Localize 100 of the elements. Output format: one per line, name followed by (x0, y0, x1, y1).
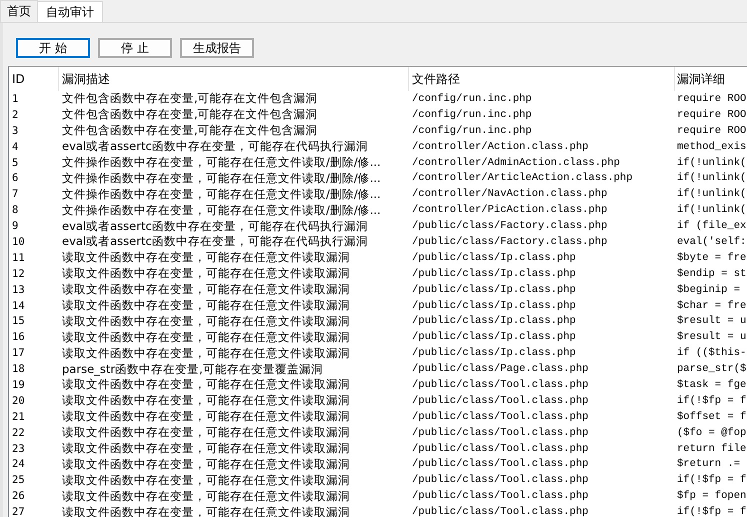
table-cell-text: 11 (11, 252, 26, 264)
table-cell-text: require ROO (676, 108, 746, 121)
table-cell-text: 21 (11, 410, 26, 423)
table-cell-text: 读取文件函数中存在变量，可能存在任意文件读取漏洞 (61, 488, 351, 504)
table-cell-text: if(!unlink( (676, 204, 746, 216)
table-cell-text: 18 (11, 363, 26, 376)
table-cell-text: 20 (11, 394, 26, 407)
table-cell-text: eval或者assertc函数中存在变量，可能存在代码执行漏洞 (61, 218, 369, 234)
table-cell-text: parse_str($ (676, 363, 746, 376)
table-cell-text: /controller/NavAction.class.php (411, 188, 608, 200)
table-cell-text: /public/class/Tool.class.php (411, 394, 590, 407)
table-cell-text: /public/class/Tool.class.php (411, 506, 590, 517)
table-cell-text: 22 (11, 426, 26, 439)
table-cell-text: 读取文件函数中存在变量，可能存在任意文件读取漏洞 (61, 314, 351, 329)
column-header[interactable]: 漏洞描述 (59, 67, 409, 91)
table-cell-text: /controller/ArticleAction.class.php (411, 172, 634, 184)
toolbar-button[interactable]: 停 止 (98, 38, 172, 58)
column-header[interactable]: 漏洞详细 (675, 67, 746, 91)
table-cell-text: $result = u (676, 331, 746, 344)
table-cell-text: $beginip = (676, 284, 742, 296)
table-cell-text: /public/class/Tool.class.php (411, 442, 590, 455)
table-cell-text: /public/class/Ip.class.php (411, 284, 577, 296)
column-header[interactable]: 文件路径 (409, 67, 675, 91)
table-cell-text: 12 (11, 268, 26, 280)
table-cell-text: 5 (11, 156, 20, 168)
table-cell-text: /public/class/Tool.class.php (411, 474, 590, 486)
table-cell-text: 读取文件函数中存在变量，可能存在任意文件读取漏洞 (61, 472, 351, 488)
table-cell-text: 1 (11, 92, 20, 105)
table-cell-text: 读取文件函数中存在变量，可能存在任意文件读取漏洞 (61, 282, 351, 298)
table-cell-text: 2 (11, 108, 20, 121)
table-cell-text: /controller/Action.class.php (411, 140, 590, 153)
table-cell-text: 读取文件函数中存在变量，可能存在任意文件读取漏洞 (61, 456, 351, 472)
table-cell-text: 8 (11, 204, 20, 216)
table-cell-text: /public/class/Tool.class.php (411, 426, 590, 439)
table-cell-text: if(!unlink( (676, 156, 746, 168)
table-cell-text: /controller/PicAction.class.php (411, 204, 608, 216)
table-cell-text: /public/class/Ip.class.php (411, 300, 577, 312)
table-cell-text: if(!$fp = f (676, 506, 746, 517)
table-cell-text: require ROO (676, 92, 746, 105)
table-cell-text: 14 (11, 300, 26, 312)
table-cell-text: 读取文件函数中存在变量，可能存在任意文件读取漏洞 (61, 504, 351, 517)
table-cell-text: /public/class/Tool.class.php (411, 378, 590, 391)
table-cell-text: 6 (11, 172, 20, 184)
table-cell-text: 23 (11, 442, 26, 455)
table-cell-text: 文件包含函数中存在变量,可能存在文件包含漏洞 (61, 91, 319, 106)
table-cell-text: /config/run.inc.php (411, 124, 533, 137)
table-cell-text: eval或者assertc函数中存在变量，可能存在代码执行漏洞 (61, 139, 369, 154)
toolbar-button[interactable]: 生成报告 (180, 38, 254, 58)
table-cell-text: ($fo = @fop (676, 426, 746, 439)
table-cell-text: $result = u (676, 315, 746, 328)
table-cell-text: 读取文件函数中存在变量，可能存在任意文件读取漏洞 (61, 441, 351, 456)
tab[interactable]: 首页 (0, 0, 38, 22)
table-cell-text: 4 (11, 140, 20, 153)
table-cell-text: if (file_ex (676, 220, 746, 232)
table-cell-text: /public/class/Tool.class.php (411, 410, 590, 423)
table-cell-text: 读取文件函数中存在变量，可能存在任意文件读取漏洞 (61, 377, 351, 392)
table-cell-text: 文件包含函数中存在变量,可能存在文件包含漏洞 (61, 123, 319, 138)
table-cell-text: /public/class/Factory.class.php (411, 236, 608, 248)
table-cell-text: if(!$fp = f (676, 474, 746, 486)
table-cell-text: 文件操作函数中存在变量，可能存在任意文件读取/删除/修... (61, 155, 382, 170)
table-cell-text: if (($this- (676, 347, 746, 360)
table-cell-text: /public/class/Ip.class.php (411, 268, 577, 280)
table-cell-text: 25 (11, 474, 26, 486)
table-cell-text: 文件包含函数中存在变量,可能存在文件包含漏洞 (61, 107, 319, 122)
table-cell-text: 读取文件函数中存在变量，可能存在任意文件读取漏洞 (61, 393, 351, 408)
table-cell-text: /public/class/Ip.class.php (411, 252, 577, 264)
table-cell-text: 10 (11, 236, 26, 248)
table-cell-text: 读取文件函数中存在变量，可能存在任意文件读取漏洞 (61, 298, 351, 314)
table-cell-text: 读取文件函数中存在变量，可能存在任意文件读取漏洞 (61, 330, 351, 345)
table-cell-text: eval或者assertc函数中存在变量，可能存在代码执行漏洞 (61, 234, 369, 250)
table-cell-text: /public/class/Tool.class.php (411, 458, 590, 470)
tab[interactable]: 自动审计 (37, 1, 103, 22)
table-cell-text: /public/class/Tool.class.php (411, 490, 590, 502)
table-cell-text: $char = fre (676, 300, 746, 312)
table-cell-text: $return .= (676, 458, 742, 470)
table-cell-text: method_exis (676, 140, 746, 153)
table-cell-text: $task = fge (676, 378, 746, 391)
table-cell-text: 文件操作函数中存在变量，可能存在任意文件读取/删除/修... (61, 202, 382, 218)
table-cell-text: 3 (11, 124, 20, 137)
table-cell-text: 26 (11, 490, 26, 502)
table-cell-text: /public/class/Factory.class.php (411, 220, 608, 232)
table-cell-text: parse_str函数中存在变量,可能存在变量覆盖漏洞 (61, 362, 324, 377)
table-cell-text: 读取文件函数中存在变量，可能存在任意文件读取漏洞 (61, 425, 351, 440)
toolbar-button[interactable]: 开 始 (16, 38, 90, 58)
table-cell-text: /config/run.inc.php (411, 108, 533, 121)
table-cell-text: 27 (11, 506, 26, 517)
table-cell-text: eval('self: (676, 236, 746, 248)
table-cell-text: 7 (11, 188, 20, 200)
table-cell-text: $fp = fopen (676, 490, 746, 502)
column-header[interactable]: ID (9, 67, 59, 91)
table-cell-text: /controller/AdminAction.class.php (411, 156, 621, 168)
table-cell-text: 读取文件函数中存在变量，可能存在任意文件读取漏洞 (61, 250, 351, 266)
table-cell-text: /public/class/Ip.class.php (411, 315, 577, 328)
table-cell-text: /public/class/Page.class.php (411, 363, 590, 376)
table-cell-text: 文件操作函数中存在变量，可能存在任意文件读取/删除/修... (61, 186, 382, 202)
table-cell-text: 24 (11, 458, 26, 470)
table-cell-text: /public/class/Ip.class.php (411, 347, 577, 360)
table-cell-text: 15 (11, 315, 26, 328)
table-cell-text: 16 (11, 331, 26, 344)
table-cell-text: if(!$fp = f (676, 394, 746, 407)
